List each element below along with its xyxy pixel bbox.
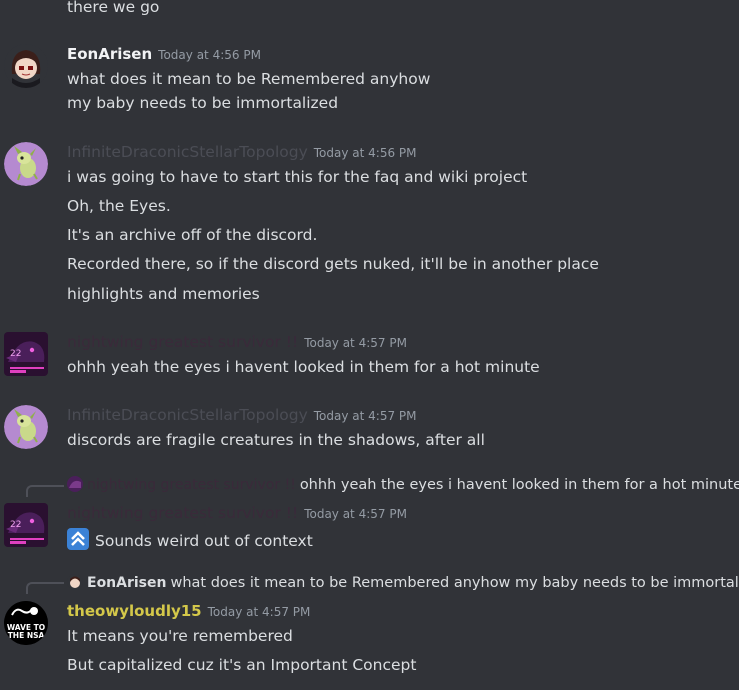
author-name[interactable]: InfiniteDraconicStellarTopology (67, 143, 308, 161)
avatar[interactable] (4, 405, 48, 449)
message-text: It means you're remembered (67, 627, 293, 645)
reply-connector (26, 582, 64, 594)
up-arrow-emoji-icon (67, 528, 89, 550)
dragon-avatar-icon (4, 405, 48, 449)
message-header: InfiniteDraconicStellarTopology Today at … (67, 142, 417, 162)
avatar[interactable]: 22 (4, 503, 48, 547)
reply-reference[interactable]: EonArisen what does it mean to be Remembe… (67, 574, 739, 592)
timestamp[interactable]: Today at 4:57 PM (304, 507, 407, 521)
timestamp[interactable]: Today at 4:56 PM (158, 48, 261, 62)
reply-text[interactable]: ohhh yeah the eyes i havent looked in th… (300, 477, 739, 493)
author-name[interactable]: nightwing greatest survivor !! (67, 504, 298, 522)
reply-author[interactable]: EonArisen (87, 575, 166, 591)
timestamp[interactable]: Today at 4:56 PM (314, 146, 417, 160)
author-name[interactable]: nightwing greatest survivor !! (67, 333, 298, 351)
avatar[interactable] (4, 142, 48, 186)
message-text: Oh, the Eyes. (67, 197, 171, 215)
message-text: what does it mean to be Remembered anyho… (67, 70, 431, 88)
message-text: But capitalized cuz it's an Important Co… (67, 656, 417, 674)
timestamp[interactable]: Today at 4:57 PM (314, 409, 417, 423)
reply-text[interactable]: what does it mean to be Remembered anyho… (170, 575, 739, 591)
reply-avatar-icon (67, 476, 83, 492)
author-name[interactable]: theowyloudly15 (67, 602, 202, 620)
message-header: EonArisen Today at 4:56 PM (67, 44, 261, 64)
message-header: InfiniteDraconicStellarTopology Today at … (67, 405, 417, 425)
message-text: i was going to have to start this for th… (67, 168, 528, 186)
message-text: there we go (67, 0, 160, 16)
wave-to-nsa-avatar-icon: WAVE TO THE NSA (4, 601, 48, 645)
nightwing-avatar-icon: 22 (4, 503, 48, 547)
reply-connector (26, 485, 64, 497)
reply-reference[interactable]: nightwing greatest survivor !! ohhh yeah … (67, 476, 739, 494)
message-list: there we go EonArisen Today at 4:56 PM wh… (0, 0, 739, 690)
avatar-text: THE NSA (8, 631, 45, 640)
message-text: Sounds weird out of context (67, 528, 313, 551)
timestamp[interactable]: Today at 4:57 PM (208, 605, 311, 619)
nightwing-avatar-icon: 22 (4, 332, 48, 376)
message-text: ohhh yeah the eyes i havent looked in th… (67, 358, 540, 376)
author-name[interactable]: EonArisen (67, 45, 152, 63)
message-text: discords are fragile creatures in the sh… (67, 431, 485, 449)
avatar[interactable]: 22 (4, 332, 48, 376)
svg-text:22: 22 (10, 520, 21, 530)
message-header: nightwing greatest survivor !! Today at 4… (67, 332, 407, 352)
message-header: nightwing greatest survivor !! Today at 4… (67, 503, 407, 523)
message-text: my baby needs to be immortalized (67, 94, 339, 112)
message-text-content: Sounds weird out of context (95, 532, 313, 550)
message-text: Recorded there, so if the discord gets n… (67, 255, 599, 273)
dragon-avatar-icon (4, 142, 48, 186)
reply-avatar-icon (67, 574, 83, 590)
message-text: highlights and memories (67, 285, 260, 303)
author-name[interactable]: InfiniteDraconicStellarTopology (67, 406, 308, 424)
timestamp[interactable]: Today at 4:57 PM (304, 336, 407, 350)
svg-text:22: 22 (10, 349, 21, 359)
avatar[interactable] (4, 44, 48, 88)
message-text: It's an archive off of the discord. (67, 226, 318, 244)
reply-author[interactable]: nightwing greatest survivor !! (87, 477, 296, 493)
user-avatar-icon (4, 44, 48, 88)
avatar[interactable]: WAVE TO THE NSA (4, 601, 48, 645)
message-header: theowyloudly15 Today at 4:57 PM (67, 601, 310, 621)
